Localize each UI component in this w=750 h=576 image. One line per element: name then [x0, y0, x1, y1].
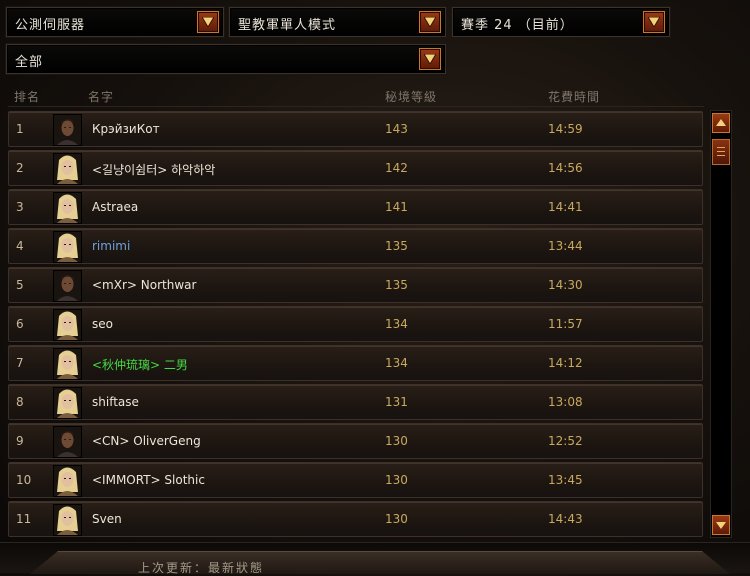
- season-dropdown-label: 賽季 24 （目前）: [461, 18, 574, 33]
- avatar[interactable]: [53, 153, 82, 185]
- table-row[interactable]: 6 seo 134 11:57: [8, 306, 703, 342]
- rift-level-cell: 130: [385, 512, 408, 526]
- chevron-down-icon[interactable]: [419, 11, 441, 33]
- avatar[interactable]: [53, 387, 82, 419]
- chevron-down-icon[interactable]: [419, 48, 441, 70]
- rift-level-cell: 142: [385, 161, 408, 175]
- table-row[interactable]: 3 Astraea 141 14:41: [8, 189, 703, 225]
- rift-level-cell: 135: [385, 239, 408, 253]
- leaderboard-footer: 上次更新：最新狀態: [0, 542, 750, 575]
- player-name[interactable]: Sven: [92, 512, 122, 526]
- rift-level-cell: 131: [385, 395, 408, 409]
- rank-cell: 2: [16, 161, 24, 175]
- rift-level-cell: 134: [385, 317, 408, 331]
- player-name[interactable]: <IMMORT> Slothic: [92, 473, 205, 487]
- mode-dropdown[interactable]: 聖教軍單人模式: [229, 7, 446, 37]
- rank-cell: 6: [16, 317, 24, 331]
- rank-cell: 7: [16, 356, 24, 370]
- rank-cell: 9: [16, 434, 24, 448]
- avatar[interactable]: [53, 348, 82, 380]
- player-name[interactable]: КрэйзиКот: [92, 122, 160, 136]
- time-cell: 14:43: [548, 512, 583, 526]
- arrow-down-icon[interactable]: [712, 515, 730, 535]
- rank-cell: 10: [16, 473, 32, 487]
- rift-level-cell: 135: [385, 278, 408, 292]
- rank-cell: 8: [16, 395, 24, 409]
- avatar[interactable]: [53, 426, 82, 458]
- time-column-header[interactable]: 花費時間: [548, 88, 600, 105]
- rank-cell: 11: [16, 512, 32, 526]
- table-row[interactable]: 7 <秋仲琉璃> 二男 134 14:12: [8, 345, 703, 381]
- avatar[interactable]: [53, 114, 82, 146]
- time-cell: 13:08: [548, 395, 583, 409]
- table-row[interactable]: 2 <길냥이쉼터> 하악하악 142 14:56: [8, 150, 703, 186]
- time-cell: 14:56: [548, 161, 583, 175]
- avatar[interactable]: [53, 465, 82, 497]
- time-cell: 14:41: [548, 200, 583, 214]
- chevron-down-icon[interactable]: [197, 11, 219, 33]
- leaderboard-scrollbar[interactable]: [710, 110, 732, 538]
- category-dropdown[interactable]: 全部: [6, 44, 446, 74]
- footer-frame: [30, 551, 730, 574]
- rift-level-cell: 130: [385, 473, 408, 487]
- player-name[interactable]: seo: [92, 317, 113, 331]
- category-dropdown-label: 全部: [15, 55, 44, 70]
- player-name[interactable]: shiftase: [92, 395, 139, 409]
- arrow-up-icon[interactable]: [712, 113, 730, 133]
- rank-column-header[interactable]: 排名: [14, 88, 40, 105]
- name-column-header[interactable]: 名字: [88, 88, 114, 105]
- chevron-down-icon[interactable]: [643, 11, 665, 33]
- table-row[interactable]: 5 <mXr> Northwar 135 14:30: [8, 267, 703, 303]
- mode-dropdown-label: 聖教軍單人模式: [238, 18, 337, 33]
- level-column-header[interactable]: 秘境等級: [385, 88, 437, 105]
- player-name[interactable]: <mXr> Northwar: [92, 278, 196, 292]
- season-dropdown[interactable]: 賽季 24 （目前）: [452, 7, 670, 37]
- avatar[interactable]: [53, 231, 82, 263]
- time-cell: 13:45: [548, 473, 583, 487]
- time-cell: 14:59: [548, 122, 583, 136]
- player-name[interactable]: <CN> OliverGeng: [92, 434, 201, 448]
- rift-level-cell: 143: [385, 122, 408, 136]
- rift-level-cell: 134: [385, 356, 408, 370]
- rank-cell: 5: [16, 278, 24, 292]
- table-row[interactable]: 11 Sven 130 14:43: [8, 501, 703, 537]
- rank-cell: 4: [16, 239, 24, 253]
- last-update-text: 上次更新：最新狀態: [138, 561, 265, 575]
- table-row[interactable]: 4 rimimi 135 13:44: [8, 228, 703, 264]
- time-cell: 11:57: [548, 317, 583, 331]
- rank-cell: 3: [16, 200, 24, 214]
- player-name[interactable]: rimimi: [92, 239, 130, 253]
- player-name[interactable]: <길냥이쉼터> 하악하악: [92, 161, 215, 178]
- player-name[interactable]: <秋仲琉璃> 二男: [92, 356, 188, 373]
- time-cell: 12:52: [548, 434, 583, 448]
- avatar[interactable]: [53, 192, 82, 224]
- time-cell: 14:12: [548, 356, 583, 370]
- table-row[interactable]: 1 КрэйзиКот 143 14:59: [8, 111, 703, 147]
- player-name[interactable]: Astraea: [92, 200, 138, 214]
- time-cell: 13:44: [548, 239, 583, 253]
- avatar[interactable]: [53, 270, 82, 302]
- avatar[interactable]: [53, 309, 82, 341]
- leaderboard-header: 排名 名字 秘境等級 花費時間: [8, 84, 704, 107]
- avatar[interactable]: [53, 504, 82, 536]
- scrollbar-thumb[interactable]: [712, 139, 730, 165]
- table-row[interactable]: 9 <CN> OliverGeng 130 12:52: [8, 423, 703, 459]
- server-dropdown[interactable]: 公測伺服器: [6, 7, 224, 37]
- rank-cell: 1: [16, 122, 24, 136]
- time-cell: 14:30: [548, 278, 583, 292]
- table-row[interactable]: 8 shiftase 131 13:08: [8, 384, 703, 420]
- rift-level-cell: 141: [385, 200, 408, 214]
- server-dropdown-label: 公測伺服器: [15, 18, 86, 33]
- rift-level-cell: 130: [385, 434, 408, 448]
- table-row[interactable]: 10 <IMMORT> Slothic 130 13:45: [8, 462, 703, 498]
